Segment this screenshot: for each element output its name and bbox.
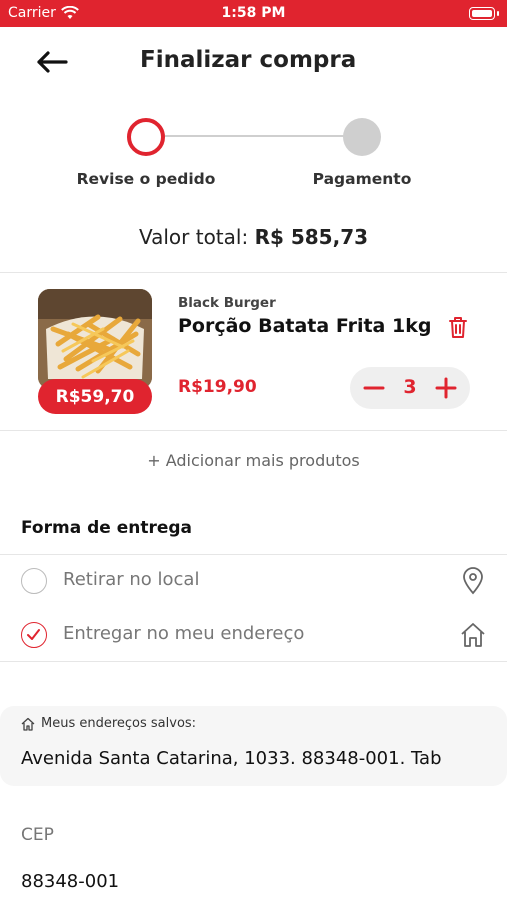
saved-address-value[interactable]: Avenida Santa Catarina, 1033. 88348-001.… [21,748,489,769]
step-indicator-review [127,118,165,156]
total-amount: R$ 585,73 [254,225,369,249]
cep-label: CEP [21,825,54,845]
radio-home[interactable] [21,622,47,648]
cart-item: R$59,70 Black Burger Porção Batata Frita… [0,274,507,430]
radio-pickup[interactable] [21,568,47,594]
delivery-option-pickup[interactable]: Retirar no local [0,555,507,607]
page-title: Finalizar compra [140,47,357,73]
unit-price: R$19,90 [178,377,257,397]
product-image [38,289,152,389]
delivery-section-title: Forma de entrega [21,518,193,538]
item-subtotal-badge: R$59,70 [38,379,152,414]
trash-icon [449,317,467,338]
delivery-option-home[interactable]: Entregar no meu endereço [0,609,507,661]
divider [0,430,507,431]
back-button[interactable] [34,47,70,77]
product-name: Porção Batata Frita 1kg [178,315,432,337]
delivery-option-label: Retirar no local [63,569,200,590]
saved-addresses-label: Meus endereços salvos: [41,716,197,731]
header: Finalizar compra [0,27,507,99]
minus-icon [363,386,385,390]
divider [0,272,507,273]
step-indicator-payment [343,118,381,156]
step-connector [165,135,345,137]
saved-addresses-field[interactable]: Meus endereços salvos: Avenida Santa Cat… [0,706,507,786]
plus-icon [435,377,457,399]
home-icon [21,717,35,731]
decrease-quantity-button[interactable] [358,372,390,404]
status-bar: Carrier 1:58 PM [0,0,507,27]
delivery-option-label: Entregar no meu endereço [63,623,305,644]
step-label-payment: Pagamento [312,170,412,188]
step-label-review: Revise o pedido [76,170,216,188]
quantity-value: 3 [403,376,417,398]
quantity-stepper: 3 [350,367,470,409]
total-label: Valor total: [138,225,255,249]
divider [0,661,507,662]
check-icon [27,629,40,640]
arrow-left-icon [37,51,68,73]
cep-field[interactable]: 88348-001 [21,871,119,892]
checkout-stepper: Revise o pedido Pagamento [0,115,507,195]
add-more-products-button[interactable]: + Adicionar mais produtos [0,451,507,470]
increase-quantity-button[interactable] [430,372,462,404]
clock: 1:58 PM [221,5,286,21]
battery-icon [469,7,495,20]
store-name: Black Burger [178,295,276,311]
saved-addresses-label-row: Meus endereços salvos: [21,716,196,731]
location-pin-icon [463,567,483,595]
remove-item-button[interactable] [447,315,469,339]
battery-tip [497,11,499,16]
home-icon [461,623,485,647]
order-total: Valor total: R$ 585,73 [0,225,507,249]
